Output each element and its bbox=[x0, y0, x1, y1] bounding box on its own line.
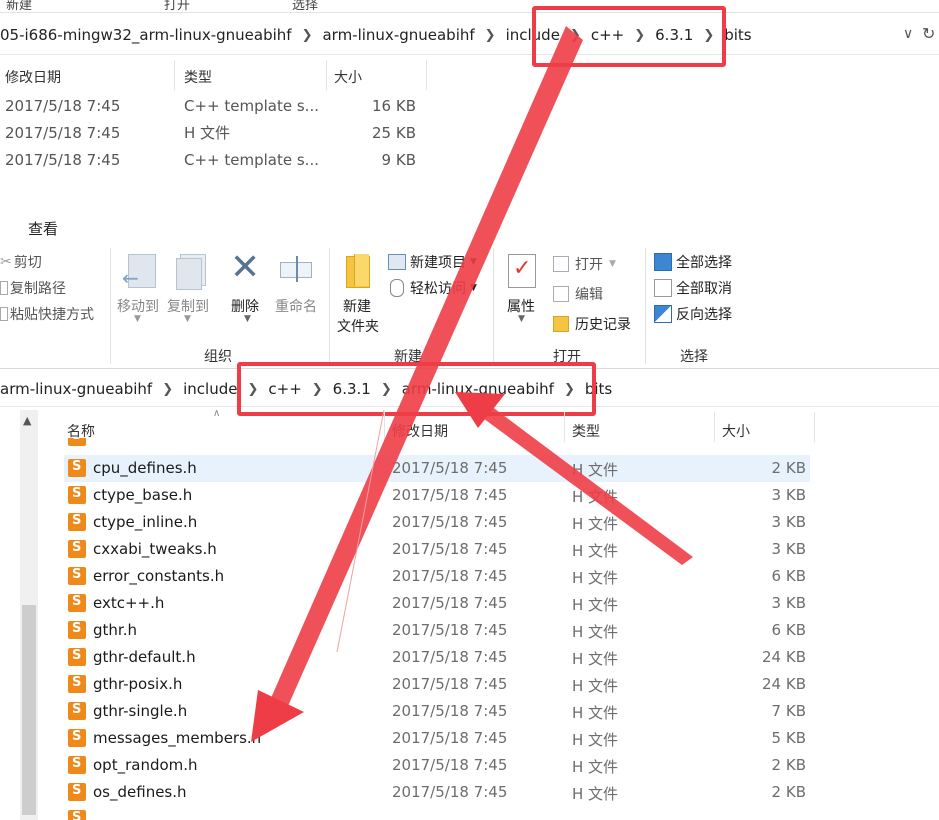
annotation-arrows bbox=[251, 26, 693, 742]
annotation-arrow-up bbox=[472, 400, 693, 565]
thin-guide-line bbox=[336, 409, 385, 653]
annotation-arrow-down bbox=[271, 26, 583, 706]
